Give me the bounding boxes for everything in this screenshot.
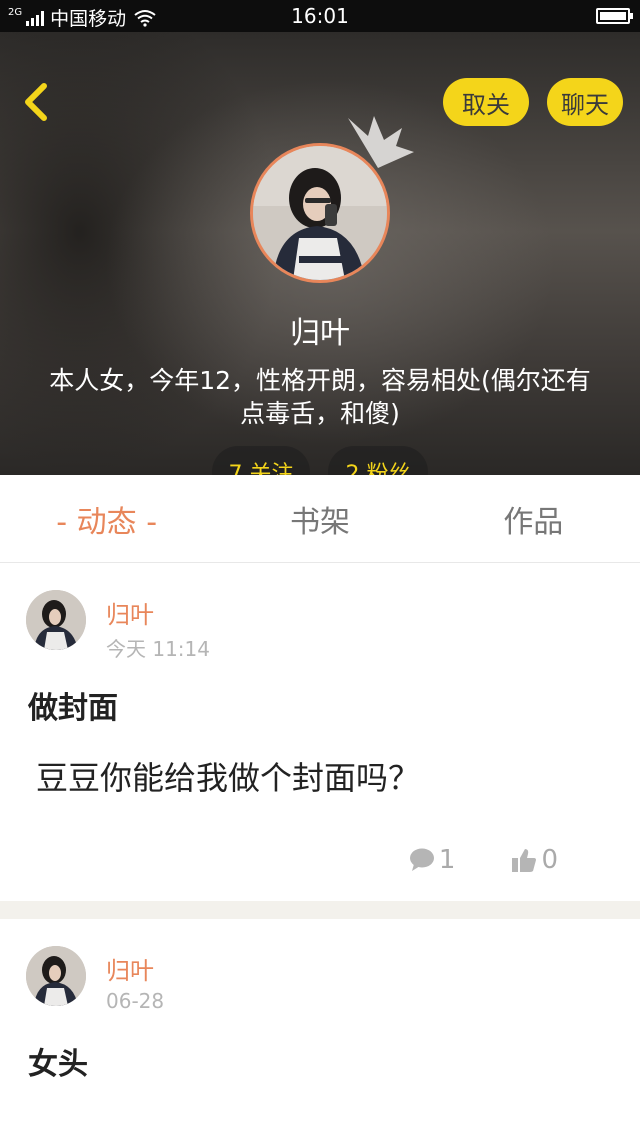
avatar-image xyxy=(26,946,86,1006)
status-time: 16:01 xyxy=(291,4,349,28)
back-button[interactable] xyxy=(18,80,58,124)
activity-feed: 归叶 今天 11:14 做封面 豆豆你能给我做个封面吗？ 1 0 归叶 06-2… xyxy=(0,563,640,1138)
status-bar: 2G 中国移动 16:01 xyxy=(0,0,640,32)
battery-icon xyxy=(596,8,633,24)
fans-count[interactable]: 2 粉丝 xyxy=(328,446,428,475)
profile-tabs: - 动态 - 书架 作品 xyxy=(0,475,640,563)
comment-count: 1 xyxy=(438,845,456,875)
post-avatar[interactable] xyxy=(26,946,86,1006)
profile-bio: 本人女，今年12，性格开朗，容易相处(偶尔还有点毒舌，和傻) xyxy=(49,366,591,428)
post-actions: 1 0 xyxy=(409,845,558,875)
like-button[interactable]: 0 xyxy=(511,845,558,875)
post-body: 豆豆你能给我做个封面吗？ xyxy=(36,759,421,797)
post-avatar[interactable] xyxy=(26,590,86,650)
comment-button[interactable]: 1 xyxy=(409,845,456,875)
avatar-image xyxy=(26,590,86,650)
tab-activity[interactable]: - 动态 - xyxy=(0,475,213,562)
following-count[interactable]: 7 关注 xyxy=(212,446,310,475)
post-time: 今天 11:14 xyxy=(106,637,210,661)
tab-bookshelf[interactable]: 书架 xyxy=(213,475,426,562)
chat-button[interactable]: 聊天 xyxy=(547,78,623,126)
thumbs-up-icon xyxy=(512,849,537,872)
profile-header: 取关 聊天 归叶 本人女，今年12，性格开朗，容易相处(偶尔还有点毒舌，和傻) … xyxy=(0,32,640,475)
post-author[interactable]: 归叶 xyxy=(106,595,154,630)
profile-avatar[interactable] xyxy=(250,143,390,283)
unfollow-button[interactable]: 取关 xyxy=(443,78,529,126)
post-card[interactable]: 归叶 今天 11:14 做封面 豆豆你能给我做个封面吗？ 1 0 xyxy=(0,563,640,901)
post-divider xyxy=(0,901,640,919)
profile-name: 归叶 xyxy=(290,316,350,351)
post-time: 06-28 xyxy=(106,989,165,1013)
post-author[interactable]: 归叶 xyxy=(106,951,154,986)
post-title: 做封面 xyxy=(28,691,118,726)
comment-icon xyxy=(409,848,434,871)
avatar-image xyxy=(253,146,387,280)
tab-works[interactable]: 作品 xyxy=(427,475,640,562)
like-count: 0 xyxy=(541,845,558,875)
post-card[interactable]: 归叶 06-28 女头 xyxy=(0,919,640,1138)
post-title: 女头 xyxy=(28,1047,88,1082)
back-chevron-icon xyxy=(25,83,47,121)
